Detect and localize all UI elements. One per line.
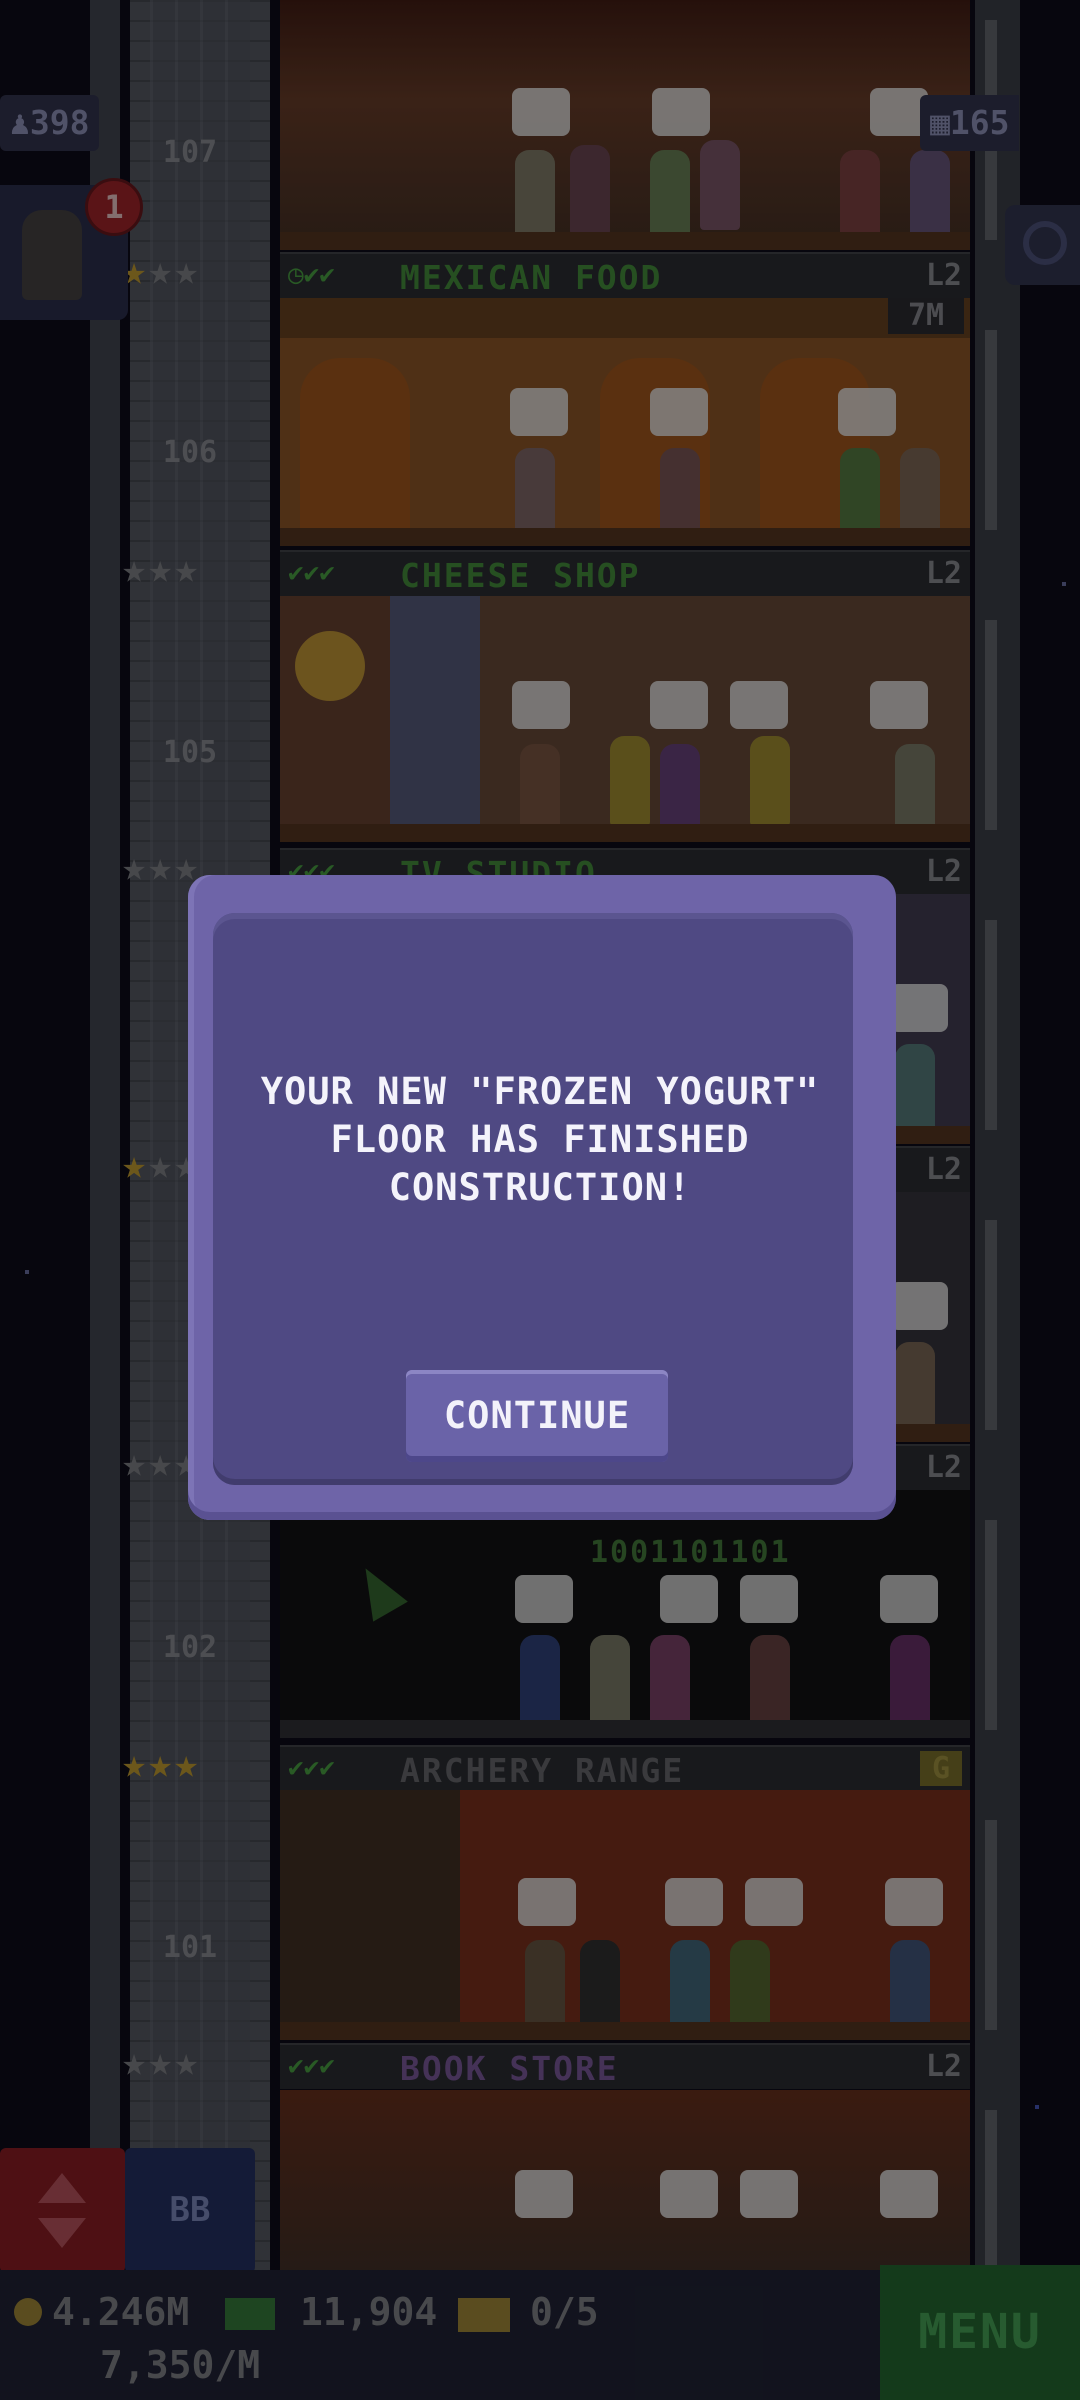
continue-button[interactable]: CONTINUE	[406, 1370, 668, 1462]
dialog-message: YOUR NEW "FROZEN YOGURT" FLOOR HAS FINIS…	[260, 1070, 820, 1209]
